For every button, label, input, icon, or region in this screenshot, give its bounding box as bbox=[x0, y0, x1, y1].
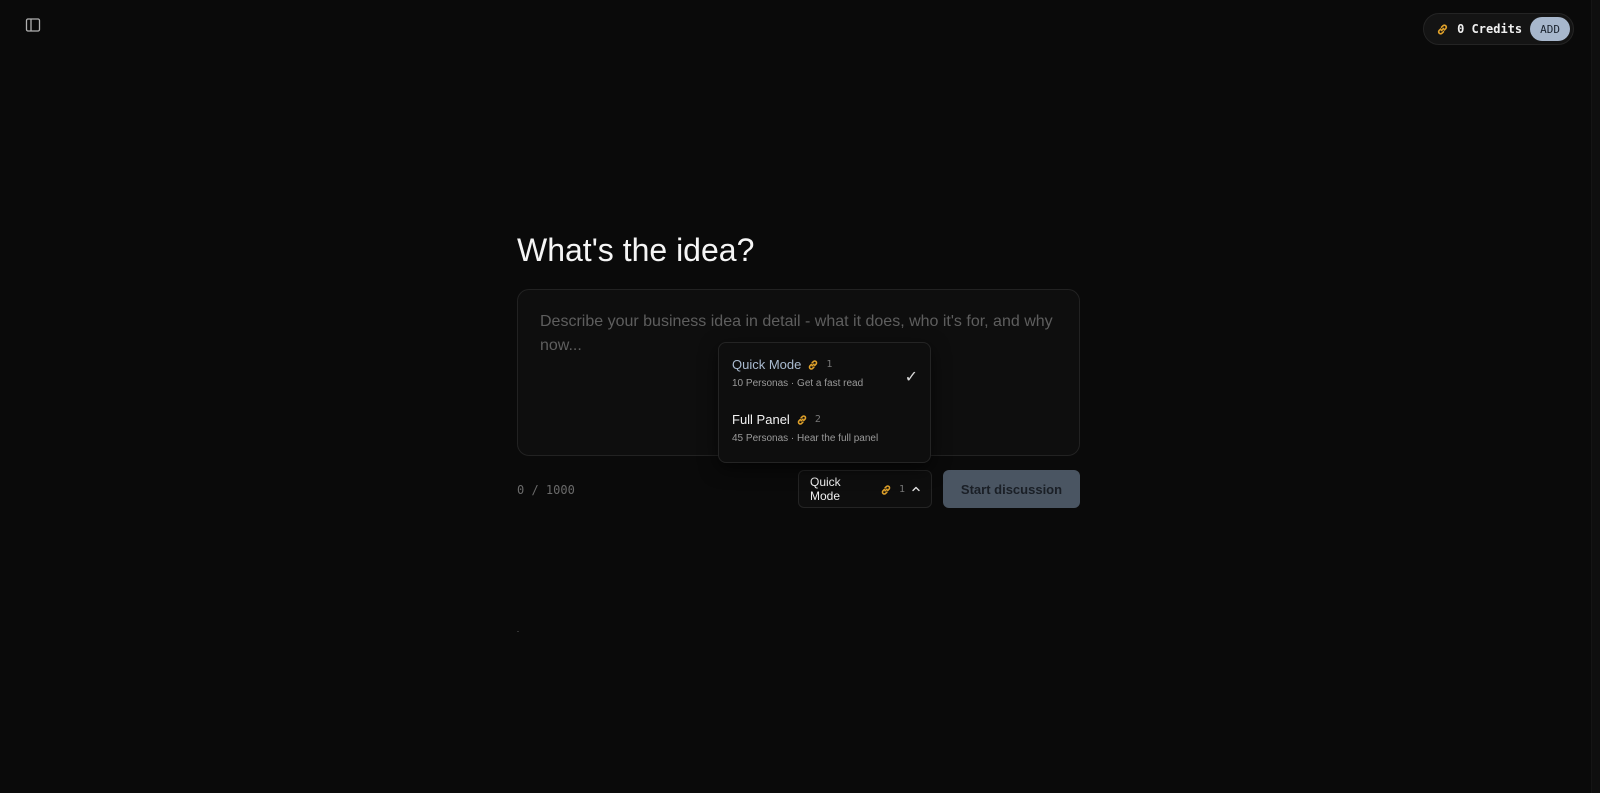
start-discussion-button[interactable]: Start discussion bbox=[943, 470, 1080, 508]
char-count: 0 / 1000 bbox=[517, 483, 575, 497]
mode-dropdown-menu: Quick Mode 1 10 Personas · Get a fast re… bbox=[718, 342, 931, 463]
mode-option-title-row: Quick Mode 1 bbox=[732, 357, 832, 372]
decorative-dot bbox=[517, 631, 519, 632]
mode-option-description: 10 Personas · Get a fast read bbox=[732, 378, 864, 389]
credits-count: 0 Credits bbox=[1457, 22, 1523, 36]
link-coin-icon bbox=[796, 413, 809, 426]
mode-option-label: Quick Mode bbox=[732, 357, 802, 372]
mode-option-full[interactable]: Full Panel 2 45 Personas · Hear the full… bbox=[719, 405, 930, 461]
mode-option-label: Full Panel bbox=[732, 412, 790, 427]
sidebar-panel-icon bbox=[25, 17, 41, 38]
check-icon: ✓ bbox=[904, 369, 918, 386]
add-credits-button[interactable]: ADD bbox=[1530, 17, 1570, 41]
page-title: What's the idea? bbox=[517, 232, 755, 268]
mode-option-cost: 2 bbox=[814, 414, 821, 425]
mode-select-value: Quick Mode bbox=[810, 475, 841, 503]
mode-option-quick[interactable]: Quick Mode 1 10 Personas · Get a fast re… bbox=[719, 347, 930, 403]
mode-option-cost: 1 bbox=[826, 359, 833, 370]
sidebar-toggle-button[interactable] bbox=[22, 16, 44, 38]
mode-select[interactable]: Quick Mode 1 bbox=[798, 470, 932, 508]
app-root: 0 Credits ADD What's the idea? 0 / 1000 … bbox=[0, 0, 1600, 793]
link-coin-icon bbox=[807, 358, 820, 371]
mode-option-title-row: Full Panel 2 bbox=[732, 412, 821, 427]
mode-option-description: 45 Personas · Hear the full panel bbox=[732, 433, 879, 444]
credits-pill: 0 Credits ADD bbox=[1423, 13, 1574, 45]
mode-select-cost: 1 bbox=[898, 483, 905, 495]
link-coin-icon bbox=[1436, 23, 1449, 36]
chevron-up-icon bbox=[911, 484, 921, 494]
link-coin-icon bbox=[880, 483, 893, 496]
page-scrollbar[interactable] bbox=[1591, 0, 1600, 793]
